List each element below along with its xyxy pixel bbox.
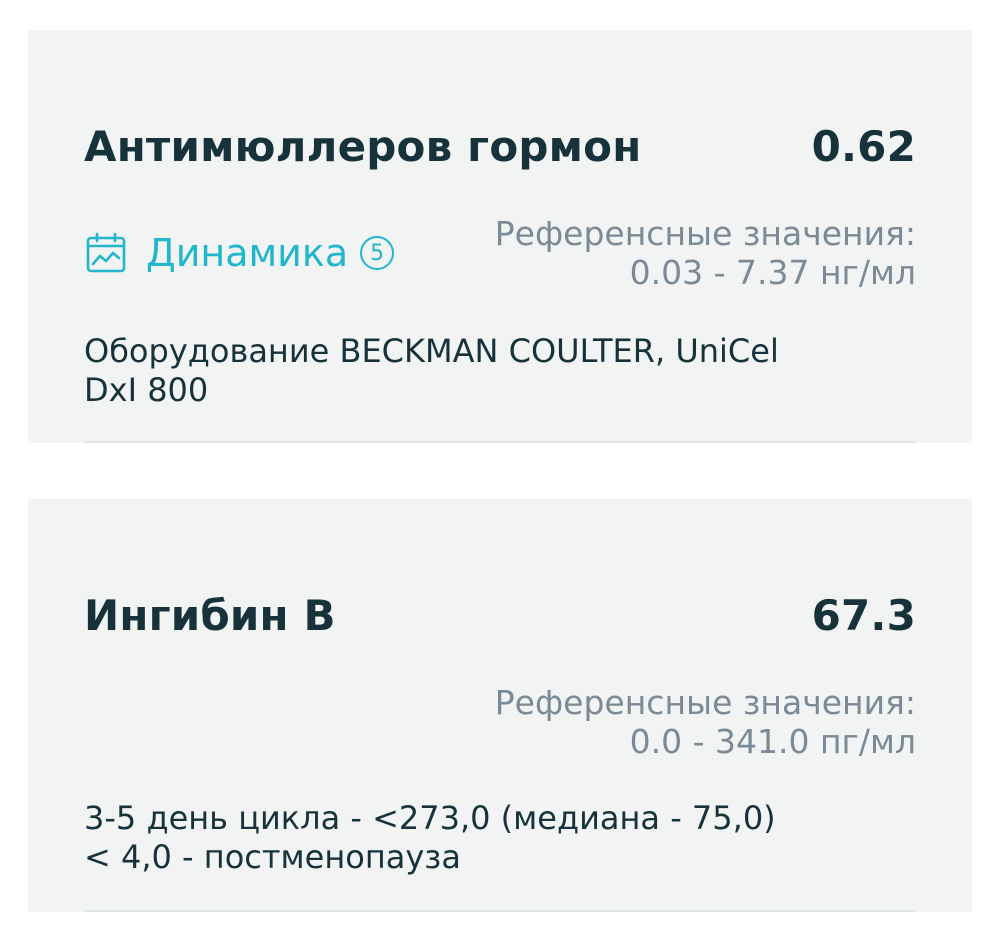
dynamics-count-badge: 5 bbox=[360, 236, 395, 270]
test-note: Оборудование BECKMAN COULTER, UniCel DxI… bbox=[84, 332, 874, 410]
test-value: 67.3 bbox=[811, 590, 916, 640]
note-line: 3-5 день цикла - <273,0 (медиана - 75,0) bbox=[84, 799, 776, 837]
test-name: Антимюллеров гормон bbox=[84, 121, 642, 171]
test-note: 3-5 день цикла - <273,0 (медиана - 75,0)… bbox=[84, 799, 884, 877]
reference-label: Референсные значения: bbox=[494, 214, 916, 253]
reference-range: 0.0 - 341.0 пг/мл bbox=[629, 722, 916, 761]
test-card-inhibin: Ингибин В 67.3 Референсные значения: 0.0… bbox=[28, 499, 972, 912]
test-card-amh: Антимюллеров гормон 0.62 Динамика 5 Рефе… bbox=[28, 30, 972, 443]
test-header: Ингибин В 67.3 bbox=[84, 587, 916, 643]
dynamics-label: Динамика bbox=[146, 231, 349, 275]
note-line: < 4,0 - постменопауза bbox=[84, 838, 461, 876]
reference-values: Референсные значения: 0.0 - 341.0 пг/мл bbox=[495, 683, 916, 761]
divider bbox=[84, 441, 916, 443]
test-value: 0.62 bbox=[811, 121, 916, 171]
reference-label: Референсные значения: bbox=[494, 683, 916, 722]
calendar-chart-icon bbox=[86, 232, 126, 273]
test-name: Ингибин В bbox=[84, 590, 336, 640]
note-line: Оборудование BECKMAN COULTER, UniCel bbox=[84, 332, 779, 370]
reference-range: 0.03 - 7.37 нг/мл bbox=[629, 253, 916, 292]
divider bbox=[84, 910, 916, 912]
note-line: DxI 800 bbox=[84, 371, 209, 409]
test-header: Антимюллеров гормон 0.62 bbox=[84, 118, 916, 174]
reference-values: Референсные значения: 0.03 - 7.37 нг/мл bbox=[495, 214, 916, 292]
dynamics-link[interactable]: Динамика 5 bbox=[84, 225, 395, 281]
